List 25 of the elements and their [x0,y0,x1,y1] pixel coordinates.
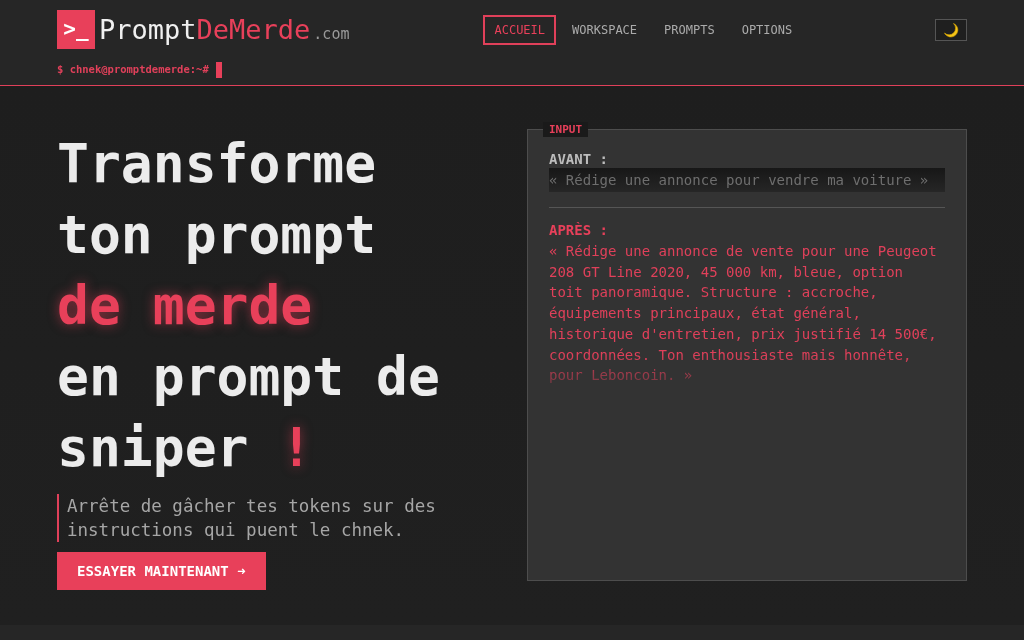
hero-tagline: Arrête de gâcher tes tokens sur des instructions qui puent le chnek. [67,495,437,542]
before-prompt-text: « Rédige une annonce pour vendre ma voiture » [549,168,945,192]
hero-title-accent: ! [280,416,313,480]
after-prompt-text: « Rédige une annonce de vente pour une Peugeot 208 GT Line 2020, 45 000 km, bleue, option toit panoramique. Structure : accroche, équipements principaux, état général, historique d'entretien, prix justifié 14 500€, coordonnées. Ton enthousiaste mais honnête, pour Leboncoin. » [549,242,938,386]
logo-name: Prompt [99,13,197,46]
moon-icon [943,21,959,38]
hero-title-text: Transforme [57,132,377,196]
nav-tab[interactable]: WORKSPACE [561,14,649,45]
terminal-prompt: $ chnek@promptdemerde:~# [57,62,209,78]
cta-button[interactable]: ESSAYER MAINTENANT ➜ [57,552,266,590]
hero-title-accent: de merde [57,274,313,338]
panel-tag: INPUT [543,122,589,137]
before-label: AVANT : [549,150,609,168]
nav-tab[interactable]: ACCUEIL [483,14,557,45]
theme-toggle-button[interactable] [935,18,967,41]
logo-name-accent: DeMerde [196,13,311,46]
logo-suffix: .com [313,23,350,45]
hero-title-text: ton prompt [57,203,377,267]
hero-title-text: en prompt de [57,345,440,409]
cursor-block-icon [215,62,222,78]
nav-tab[interactable]: PROMPTS [653,14,726,45]
hero-title-text: sniper [57,416,249,480]
after-label: APRÈS : [549,221,609,239]
nav-tab[interactable]: OPTIONS [730,14,804,45]
logo-badge: >_ [57,10,95,49]
